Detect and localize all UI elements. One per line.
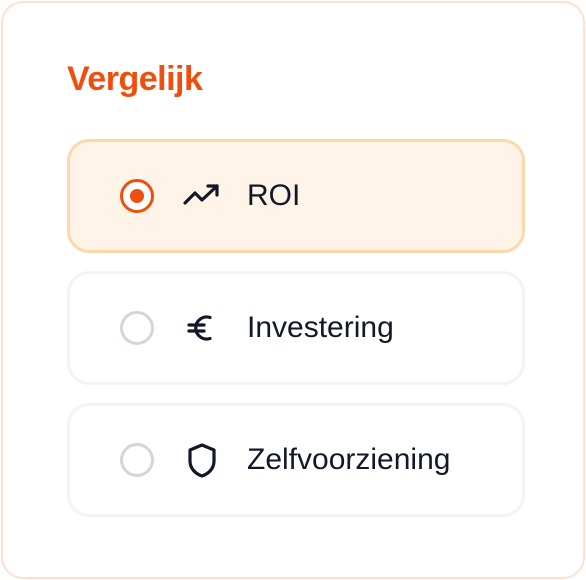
panel-title: Vergelijk — [67, 60, 203, 98]
option-zelfvoorziening[interactable]: Zelfvoorziening — [67, 403, 525, 517]
option-label-investering: Investering — [247, 311, 394, 344]
shield-icon — [188, 443, 216, 478]
option-roi[interactable]: ROI — [67, 139, 525, 253]
option-label-zelfvoorziening: Zelfvoorziening — [247, 443, 451, 476]
trending-up-icon — [183, 184, 219, 205]
radio-button-zelfvoorziening[interactable] — [120, 443, 154, 477]
euro-icon — [187, 315, 212, 341]
radio-button-investering[interactable] — [120, 311, 154, 345]
radio-button-roi[interactable] — [120, 179, 154, 213]
compare-panel: Vergelijk ROI Investering Zelfvoorzienin… — [1, 1, 585, 579]
option-investering[interactable]: Investering — [67, 271, 525, 385]
radio-selected-dot — [130, 189, 144, 203]
option-label-roi: ROI — [247, 179, 301, 212]
